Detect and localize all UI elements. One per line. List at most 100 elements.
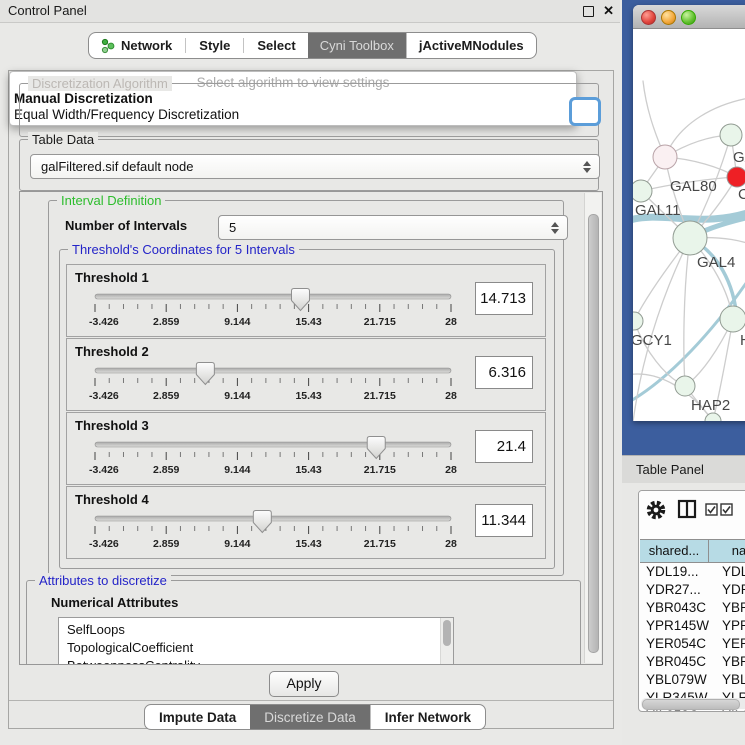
slider-track[interactable] bbox=[95, 442, 451, 447]
checkbox-checked-icon[interactable] bbox=[705, 503, 718, 516]
tick-label: -3.426 bbox=[89, 316, 119, 328]
table-row[interactable]: YDR27...YDR2 bbox=[640, 581, 745, 599]
cell-name[interactable]: YDR2 bbox=[714, 581, 745, 599]
HAP2-node[interactable] bbox=[675, 376, 695, 396]
tab-cyni-toolbox[interactable]: Cyni Toolbox bbox=[308, 33, 406, 58]
scrollbar-thumb[interactable] bbox=[588, 214, 599, 653]
tick-label: 9.144 bbox=[224, 390, 250, 402]
attributes-items: SelfLoopsTopologicalCoefficientBetweenne… bbox=[59, 618, 453, 665]
numerical-attributes-list: SelfLoopsTopologicalCoefficientBetweenne… bbox=[58, 617, 454, 665]
scrollbar-thumb[interactable] bbox=[443, 620, 451, 646]
slider-thumb[interactable] bbox=[367, 437, 385, 459]
node-label: GAL11 bbox=[635, 202, 681, 219]
network-view-frame: GAL80GACGAL11GAL4GCY1HHAP2 bbox=[622, 0, 745, 455]
cell-name[interactable]: YPR1 bbox=[714, 617, 745, 635]
tab-impute-data[interactable]: Impute Data bbox=[145, 705, 250, 729]
minimize-traffic-light-icon[interactable] bbox=[661, 10, 676, 25]
tick-label: 15.43 bbox=[295, 538, 321, 550]
cell-shared-name[interactable]: YBR045C bbox=[640, 653, 714, 671]
threshold-label: Threshold 2 bbox=[75, 344, 149, 359]
GCY1-node[interactable] bbox=[633, 312, 643, 330]
tab-style[interactable]: Style bbox=[187, 33, 242, 58]
settings-vertical-scrollbar[interactable] bbox=[584, 193, 601, 663]
number-of-intervals-combobox[interactable]: 5 bbox=[218, 215, 568, 240]
cell-shared-name[interactable]: YER054C bbox=[640, 635, 714, 653]
cell-name[interactable]: YBL0 bbox=[714, 671, 745, 689]
tab-network-label: Network bbox=[121, 38, 172, 53]
cell-shared-name[interactable]: YBL079W bbox=[640, 671, 714, 689]
column-header-shared-name[interactable]: shared... bbox=[640, 540, 709, 562]
attribute-list-item[interactable]: SelfLoops bbox=[59, 618, 453, 639]
float-window-icon[interactable] bbox=[583, 6, 594, 17]
GAL4-node[interactable] bbox=[673, 221, 707, 255]
attributes-list-scrollbar[interactable] bbox=[440, 618, 453, 665]
table-row[interactable]: YER054CYER0 bbox=[640, 635, 745, 653]
close-traffic-light-icon[interactable] bbox=[641, 10, 656, 25]
table-row[interactable]: YDL19...YDL1 bbox=[640, 563, 745, 581]
threshold-slider[interactable]: -3.4262.8599.14415.4321.71528 bbox=[81, 361, 481, 412]
gear-icon[interactable] bbox=[645, 499, 667, 521]
algorithm-combobox-focus-ring[interactable] bbox=[569, 97, 601, 126]
cell-shared-name[interactable]: YDR27... bbox=[640, 581, 714, 599]
cell-shared-name[interactable]: YPR145W bbox=[640, 617, 714, 635]
attributes-group-title: Attributes to discretize bbox=[35, 573, 171, 588]
slider-track[interactable] bbox=[95, 516, 451, 521]
table-row[interactable]: YBL079WYBL0 bbox=[640, 671, 745, 689]
column-header-name[interactable]: na bbox=[709, 540, 745, 562]
tick-label: 15.43 bbox=[295, 464, 321, 476]
scrollbar-thumb[interactable] bbox=[642, 699, 740, 710]
table-row[interactable]: YPR145WYPR1 bbox=[640, 617, 745, 635]
apply-button[interactable]: Apply bbox=[269, 671, 339, 697]
cell-name[interactable]: YER0 bbox=[714, 635, 745, 653]
threshold-slider[interactable]: -3.4262.8599.14415.4321.71528 bbox=[81, 435, 481, 486]
close-icon[interactable]: ✕ bbox=[603, 0, 614, 22]
cell-name[interactable]: YBR0 bbox=[714, 599, 745, 617]
slider-track[interactable] bbox=[95, 368, 451, 373]
slider-thumb[interactable] bbox=[253, 511, 271, 533]
tab-select[interactable]: Select bbox=[245, 33, 307, 58]
split-table-icon[interactable] bbox=[677, 499, 697, 519]
table-horizontal-scrollbar[interactable] bbox=[641, 698, 745, 709]
threshold-slider[interactable]: -3.4262.8599.14415.4321.71528 bbox=[81, 287, 481, 338]
node-label: GCY1 bbox=[633, 332, 672, 349]
tab-network[interactable]: Network bbox=[89, 33, 184, 58]
tick-label: 28 bbox=[445, 390, 457, 402]
node-top-right[interactable] bbox=[720, 124, 742, 146]
number-of-intervals-label: Number of Intervals bbox=[65, 218, 187, 233]
table-row[interactable]: YBR043CYBR0 bbox=[640, 599, 745, 617]
red-node[interactable] bbox=[727, 167, 745, 187]
table-rows: YDL19...YDL1YDR27...YDR2YBR043CYBR0YPR14… bbox=[640, 563, 745, 712]
threshold-value-field[interactable]: 11.344 bbox=[475, 504, 533, 537]
table: shared... na YDL19...YDL1YDR27...YDR2YBR… bbox=[640, 539, 745, 712]
threshold-slider[interactable]: -3.4262.8599.14415.4321.71528 bbox=[81, 509, 481, 560]
tab-infer-network[interactable]: Infer Network bbox=[370, 705, 485, 729]
threshold-value-field[interactable]: 6.316 bbox=[475, 356, 533, 389]
table-data-title: Table Data bbox=[28, 132, 98, 147]
attribute-list-item[interactable]: TopologicalCoefficient bbox=[59, 639, 453, 657]
zoom-traffic-light-icon[interactable] bbox=[681, 10, 696, 25]
cell-shared-name[interactable]: YBR043C bbox=[640, 599, 714, 617]
GAL80-node[interactable] bbox=[653, 145, 677, 169]
threshold-panel: Threshold 1-3.4262.8599.14415.4321.71528… bbox=[66, 264, 546, 337]
threshold-value-field[interactable]: 21.4 bbox=[475, 430, 533, 463]
attributes-group: Attributes to discretize Numerical Attri… bbox=[26, 580, 581, 665]
cell-shared-name[interactable]: YDL19... bbox=[640, 563, 714, 581]
GAL11-node[interactable] bbox=[633, 180, 652, 202]
H-node[interactable] bbox=[720, 306, 745, 332]
discretization-algorithm-group: Discretization Algorithm bbox=[19, 83, 599, 137]
slider-track[interactable] bbox=[95, 294, 451, 299]
cell-name[interactable]: YDL1 bbox=[714, 563, 745, 581]
table-row[interactable]: YBR045CYBR0 bbox=[640, 653, 745, 671]
cell-name[interactable]: YBR0 bbox=[714, 653, 745, 671]
slider-thumb[interactable] bbox=[196, 363, 214, 385]
threshold-value-field[interactable]: 14.713 bbox=[475, 282, 533, 315]
checkbox-checked-icon[interactable] bbox=[720, 503, 733, 516]
table-data-combobox[interactable]: galFiltered.sif default node bbox=[30, 154, 600, 179]
network-canvas[interactable]: GAL80GACGAL11GAL4GCY1HHAP2 bbox=[633, 29, 745, 421]
tick-label: 21.715 bbox=[364, 390, 396, 402]
table-panel-titlebar: Table Panel bbox=[622, 455, 745, 484]
tab-jactivemnodules[interactable]: jActiveMNodules bbox=[406, 33, 536, 58]
tab-discretize-data[interactable]: Discretize Data bbox=[250, 705, 370, 729]
attribute-list-item[interactable]: BetweennessCentrality bbox=[59, 657, 453, 665]
network-window-titlebar[interactable] bbox=[633, 5, 745, 29]
